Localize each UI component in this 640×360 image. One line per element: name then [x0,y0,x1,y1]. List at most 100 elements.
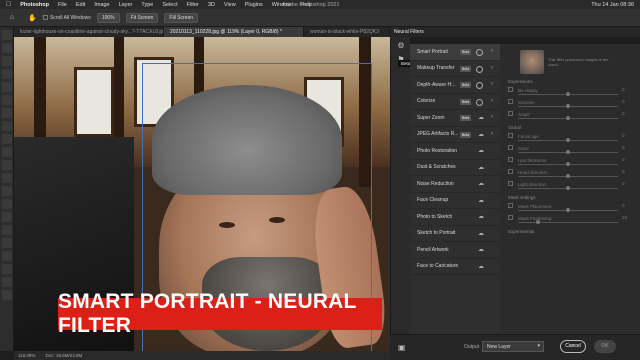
marquee-tool-icon[interactable] [2,43,12,53]
cloud-download-icon[interactable]: ☁ [478,180,484,187]
pen-tool-icon[interactable] [2,225,12,235]
slider-checkbox[interactable] [508,111,513,116]
slider-checkbox[interactable] [508,203,513,208]
healing-brush-tool-icon[interactable] [2,121,12,131]
tab-active-document[interactable]: 20210113_110228.jpg @ 119% (Layer 0, RGB… [164,27,304,37]
slider-checkbox[interactable] [508,133,513,138]
clone-stamp-tool-icon[interactable] [2,147,12,157]
filter-toggle[interactable] [476,82,483,89]
slider-row[interactable]: Head direction 0 [508,166,632,178]
filter-super-zoom[interactable]: Super Zoom Beta ☁ › [410,110,500,127]
compare-icon[interactable]: ▣ [398,343,406,352]
type-tool-icon[interactable] [2,238,12,248]
crop-tool-icon[interactable] [2,82,12,92]
cloud-download-icon[interactable]: ☁ [478,164,484,171]
scroll-all-checkbox[interactable]: Scroll All Windows [42,15,91,21]
all-filters-icon[interactable]: ⚙ [396,41,406,51]
quick-select-tool-icon[interactable] [2,69,12,79]
filter-photo-restoration[interactable]: Photo Restoration ☁ [410,143,500,160]
filter-smart-portrait[interactable]: Smart Portrait Beta › [410,44,500,61]
chevron-right-icon[interactable]: › [491,48,493,54]
filter-depth-aware-haze[interactable]: Depth-Aware H... Beta › [410,77,500,94]
tab-woman[interactable]: woman-in-black-white-P82QK3 [304,27,390,37]
tab-lighthouse[interactable]: lozier-lighthouse-on-coastline-against-c… [14,27,164,37]
rectangle-tool-icon[interactable] [2,264,12,274]
filter-toggle[interactable] [476,98,483,106]
cloud-download-icon[interactable]: ☁ [478,213,484,220]
menu-type[interactable]: Type [141,2,153,8]
apple-icon[interactable]:  [6,1,11,8]
home-icon[interactable]: ⌂ [10,14,14,21]
menu-layer[interactable]: Layer [119,2,133,8]
slider-row[interactable]: Mask Placement 0 [508,200,632,212]
slider-row[interactable]: Mask Feathering 20 [508,212,632,224]
slider-checkbox[interactable] [508,99,513,104]
slider-row[interactable]: Light direction 0 [508,178,632,190]
filter-sketch-to-portrait[interactable]: Sketch to Portrait ☁ [410,226,500,242]
cloud-download-icon[interactable]: ☁ [478,246,484,253]
cloud-download-icon[interactable]: ☁ [478,230,484,237]
filter-pencil-artwork[interactable]: Pencil Artwork ☁ [410,242,500,259]
menu-image[interactable]: Image [94,2,109,8]
ok-button[interactable]: OK [594,340,616,353]
cloud-download-icon[interactable]: ☁ [478,197,484,204]
cloud-download-icon[interactable]: ☁ [478,131,484,138]
menu-filter[interactable]: Filter [187,2,199,8]
cloud-download-icon[interactable]: ☁ [478,114,484,121]
eyedropper-tool-icon[interactable] [2,108,12,118]
cancel-button[interactable]: Cancel [560,340,586,353]
cloud-download-icon[interactable]: ☁ [478,263,484,270]
chevron-right-icon[interactable]: › [491,98,493,104]
filter-toggle[interactable] [476,49,483,56]
chevron-right-icon[interactable]: › [491,81,493,87]
menu-file[interactable]: File [58,2,67,8]
slider-row[interactable]: Anger 0 [508,108,632,120]
filter-jpeg-artifacts[interactable]: JPEG Artifacts R... Beta ☁ › [410,127,500,143]
slider-track[interactable] [518,222,618,223]
slider-row[interactable]: Surprise 0 [508,96,632,108]
gradient-tool-icon[interactable] [2,186,12,196]
chevron-right-icon[interactable]: › [491,114,493,120]
filter-noise-reduction[interactable]: Noise Reduction ☁ [410,176,500,193]
filter-toggle[interactable] [476,65,483,73]
slider-knob[interactable] [536,220,540,224]
slider-checkbox[interactable] [508,169,513,174]
doc-size[interactable]: Doc: 18.6M/23.8M [45,353,82,358]
slider-checkbox[interactable] [508,157,513,162]
brush-tool-icon[interactable] [2,134,12,144]
cloud-download-icon[interactable]: ☁ [478,147,484,154]
slider-row[interactable]: Gaze 0 [508,142,632,154]
filter-colorize[interactable]: Colorize Beta › [410,94,500,110]
slider-checkbox[interactable] [508,215,513,220]
slider-row[interactable]: Facial age 0 [508,130,632,142]
slider-knob[interactable] [566,116,570,120]
zoom-readout[interactable]: 118.08% [18,353,35,358]
filter-face-to-caricature[interactable]: Face to Caricature ☁ [410,259,500,275]
menu-3d[interactable]: 3D [208,2,215,8]
output-select[interactable]: New Layer ▾ [482,341,544,352]
hand-tool-icon[interactable]: ✋ [28,14,37,22]
lasso-tool-icon[interactable] [2,56,12,66]
filter-makeup-transfer[interactable]: Makeup Transfer Beta › [410,61,500,77]
slider-checkbox[interactable] [508,181,513,186]
filter-face-cleanup[interactable]: Face Cleanup ☁ [410,193,500,209]
slider-knob[interactable] [566,186,570,190]
history-brush-tool-icon[interactable] [2,160,12,170]
dodge-tool-icon[interactable] [2,212,12,222]
path-select-tool-icon[interactable] [2,251,12,261]
blur-tool-icon[interactable] [2,199,12,209]
chevron-right-icon[interactable]: › [491,131,493,137]
slider-checkbox[interactable] [508,145,513,150]
menu-view[interactable]: View [224,2,236,8]
frame-tool-icon[interactable] [2,95,12,105]
hand-tool-icon[interactable] [2,277,12,287]
filter-dust-scratches[interactable]: Dust & Scratches ☁ [410,160,500,176]
slider-row[interactable]: Be Happy 0 [508,84,632,96]
slider-row[interactable]: Hair thickness 0 [508,154,632,166]
eraser-tool-icon[interactable] [2,173,12,183]
chevron-right-icon[interactable]: › [491,65,493,71]
slider-checkbox[interactable] [508,87,513,92]
fit-screen-button[interactable]: Fit Screen [125,12,159,23]
filter-photo-to-sketch[interactable]: Photo to Sketch ☁ [410,209,500,226]
app-menu[interactable]: Photoshop [20,2,49,8]
